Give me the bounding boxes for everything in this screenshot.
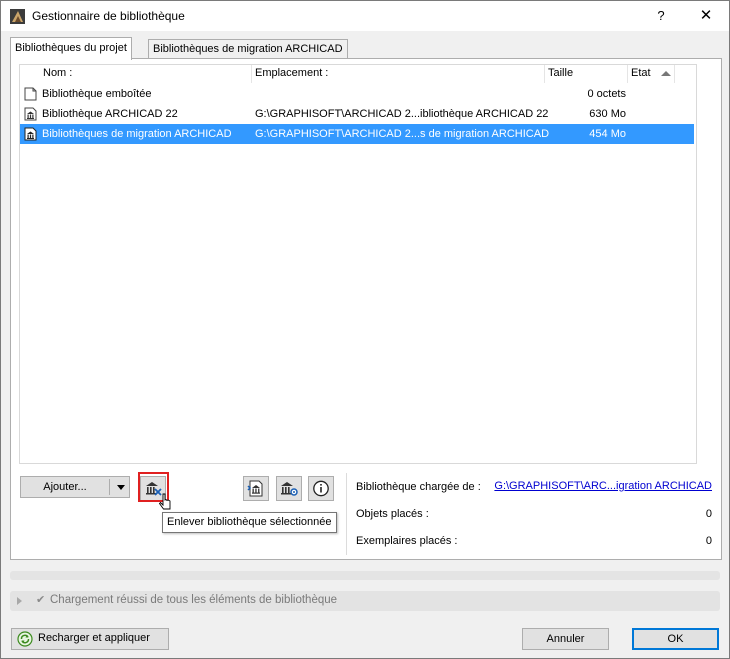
library-list[interactable]: Nom : Emplacement : Taille Etat Biblioth… — [19, 64, 697, 464]
placed-objects-value: 0 — [705, 508, 712, 520]
library-name: Bibliothèques de migration ARCHICAD — [42, 128, 232, 140]
library-location: G:\GRAPHISOFT\ARCHICAD 2...ibliothèque A… — [255, 108, 549, 120]
library-name: Bibliothèque ARCHICAD 22 — [42, 108, 178, 120]
panel-divider — [346, 473, 347, 555]
tooltip: Enlever bibliothèque sélectionnée — [162, 512, 337, 533]
reload-icon — [17, 631, 33, 647]
export-library-button[interactable] — [243, 476, 269, 501]
library-size: 0 octets — [587, 88, 626, 100]
library-size: 630 Mo — [589, 108, 626, 120]
status-message: Chargement réussi de tous les éléments d… — [50, 594, 338, 606]
placed-objects-label: Objets placés : — [356, 508, 429, 520]
library-manager-dialog: Gestionnaire de bibliothèque ? ✕ Bibliot… — [0, 0, 730, 659]
reload-and-apply-button[interactable]: Recharger et appliquer — [11, 628, 169, 650]
archicad-app-icon — [10, 9, 25, 24]
close-button[interactable]: ✕ — [691, 5, 721, 27]
ok-button[interactable]: OK — [632, 628, 719, 650]
library-row[interactable]: Bibliothèque emboîtée 0 octets — [20, 84, 694, 104]
column-header-location[interactable]: Emplacement : — [252, 65, 545, 83]
library-icon — [24, 107, 37, 121]
list-vertical-scrollbar[interactable]: ⌃ ⌄ — [695, 84, 696, 462]
library-icon — [24, 127, 37, 141]
status-bar[interactable]: ✔ Chargement réussi de tous les éléments… — [10, 591, 720, 611]
library-container-icon — [247, 480, 263, 497]
project-libraries-panel: Nom : Emplacement : Taille Etat Biblioth… — [10, 58, 722, 560]
library-location: G:\GRAPHISOFT\ARCHICAD 2...s de migratio… — [255, 128, 550, 140]
cancel-button[interactable]: Annuler — [522, 628, 609, 650]
help-button[interactable]: ? — [647, 5, 675, 27]
tab-project-libraries[interactable]: Bibliothèques du projet — [10, 37, 132, 60]
info-icon — [313, 480, 329, 497]
library-name: Bibliothèque emboîtée — [42, 88, 152, 100]
loaded-from-label: Bibliothèque chargée de : — [356, 481, 481, 493]
loaded-from-link[interactable]: G:\GRAPHISOFT\ARC...igration ARCHICAD — [494, 480, 712, 492]
library-row[interactable]: Bibliothèque ARCHICAD 22 G:\GRAPHISOFT\A… — [20, 104, 694, 124]
library-gear-icon — [281, 482, 298, 496]
split-separator — [109, 479, 110, 495]
add-library-button[interactable]: Ajouter... — [20, 476, 130, 498]
window-title: Gestionnaire de bibliothèque — [32, 9, 185, 23]
embedded-library-icon — [24, 87, 37, 101]
library-info-button[interactable] — [308, 476, 334, 501]
mouse-cursor-icon — [159, 493, 171, 510]
column-header-size[interactable]: Taille — [545, 65, 628, 83]
column-header-name[interactable]: Nom : — [40, 65, 252, 83]
reload-and-apply-label: Recharger et appliquer — [38, 632, 150, 644]
tab-migration-libraries[interactable]: Bibliothèques de migration ARCHICAD — [148, 39, 348, 59]
dropdown-caret-icon[interactable] — [117, 485, 125, 490]
sort-ascending-icon — [661, 71, 671, 76]
placed-instances-label: Exemplaires placés : — [356, 535, 458, 547]
load-progress-bar — [10, 571, 720, 580]
list-header: Nom : Emplacement : Taille Etat — [20, 65, 696, 83]
library-size: 454 Mo — [589, 128, 626, 140]
library-settings-button[interactable] — [276, 476, 302, 501]
placed-instances-value: 0 — [705, 535, 712, 547]
expand-triangle-icon[interactable] — [17, 597, 22, 605]
library-row-selected[interactable]: Bibliothèques de migration ARCHICAD G:\G… — [20, 124, 694, 144]
title-bar: Gestionnaire de bibliothèque ? ✕ — [1, 1, 729, 31]
checkmark-icon: ✔ — [36, 594, 46, 606]
add-library-label: Ajouter... — [43, 481, 87, 493]
